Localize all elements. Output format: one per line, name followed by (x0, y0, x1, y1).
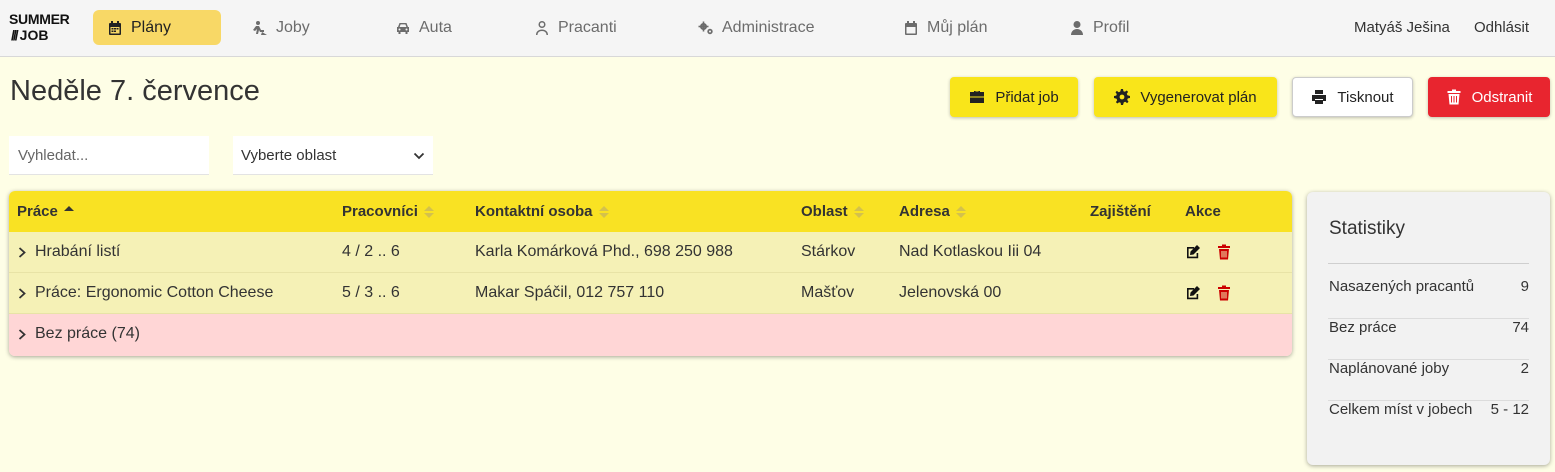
logo-line-1: SUMMER (9, 11, 70, 27)
cell-job: Práce: Ergonomic Cotton Cheese (35, 284, 274, 301)
cell-area: Stárkov (801, 243, 856, 260)
nav-item-label: Auta (419, 18, 452, 36)
gear-icon (1114, 89, 1131, 105)
gears-icon (698, 21, 713, 34)
statistics-title: Statistiky (1329, 218, 1406, 239)
sort-asc-icon (63, 205, 74, 219)
generate-plan-label: Vygenerovat plán (1140, 88, 1257, 106)
stat-row: Bez práce 74 (1328, 319, 1529, 360)
delete-plan-button[interactable]: Odstranit (1428, 77, 1550, 117)
nav-item-label: Administrace (722, 18, 815, 36)
column-header-oblast[interactable]: Oblast (801, 203, 864, 220)
nav-item-joby[interactable]: Joby (252, 10, 310, 45)
nav-item-label: Můj plán (927, 18, 988, 36)
stat-value: 74 (1512, 319, 1529, 336)
edit-icon[interactable] (1185, 285, 1201, 301)
add-job-button[interactable]: Přidat job (950, 77, 1078, 117)
calendar-icon (905, 20, 917, 35)
logout-link[interactable]: Odhlásit (1474, 19, 1529, 36)
column-header-zajisteni: Zajištění (1090, 203, 1151, 220)
user-outline-icon (536, 20, 548, 35)
top-navbar: SUMMER ///JOB Plány Joby Auta Pracanti A… (0, 0, 1555, 57)
cell-contact: Karla Komárková Phd., 698 250 988 (475, 243, 733, 260)
print-button[interactable]: Tisknout (1292, 77, 1413, 117)
sort-icon (423, 205, 434, 219)
column-header-kontaktni-osoba[interactable]: Kontaktní osoba (475, 203, 609, 220)
nav-item-muj-plan[interactable]: Můj plán (903, 10, 987, 45)
jobs-table: Práce Pracovníci Kontaktní osoba Oblast … (9, 191, 1292, 356)
nav-item-administrace[interactable]: Administrace (698, 10, 814, 45)
print-label: Tisknout (1337, 88, 1394, 106)
generate-plan-button[interactable]: Vygenerovat plán (1094, 77, 1277, 117)
column-header-adresa[interactable]: Adresa (899, 203, 966, 220)
cell-contact: Makar Spáčil, 012 757 110 (475, 284, 665, 301)
add-job-label: Přidat job (995, 88, 1059, 106)
nav-item-profil[interactable]: Profil (1069, 10, 1129, 45)
sort-icon (955, 205, 966, 219)
nav-item-label: Pracanti (558, 18, 617, 36)
column-header-pracovnici[interactable]: Pracovníci (342, 203, 434, 220)
area-select-value: Vyberte oblast (241, 146, 337, 164)
stat-label: Naplánované joby (1329, 360, 1450, 377)
nav-item-plany[interactable]: Plány (93, 10, 221, 45)
nav-item-auta[interactable]: Auta (395, 10, 452, 45)
chevron-right-icon[interactable] (18, 329, 27, 340)
stat-label: Celkem míst v jobech (1329, 401, 1473, 418)
trash-icon (1447, 89, 1461, 105)
stat-label: Bez práce (1329, 319, 1397, 336)
logo-stripes: /// (11, 27, 19, 43)
unassigned-workers-row[interactable]: Bez práce (74) (9, 314, 1292, 356)
chevron-right-icon[interactable] (18, 288, 27, 299)
sort-icon (598, 205, 609, 219)
column-header-prace[interactable]: Práce (17, 203, 74, 220)
chevron-right-icon[interactable] (18, 247, 27, 258)
nav-item-label: Joby (276, 18, 310, 36)
stat-value: 9 (1520, 278, 1529, 295)
trash-icon[interactable] (1216, 285, 1232, 301)
delete-plan-label: Odstranit (1471, 88, 1533, 106)
stat-row: Nasazených pracantů 9 (1328, 278, 1529, 319)
worker-icon (253, 20, 267, 35)
trash-icon[interactable] (1216, 244, 1232, 260)
user-name[interactable]: Matyáš Ješina (1354, 19, 1450, 36)
car-icon (397, 22, 409, 34)
cell-job: Hrabání listí (35, 243, 121, 260)
nav-item-label: Plány (131, 18, 172, 36)
stat-value: 5 - 12 (1490, 401, 1529, 418)
cell-address: Jelenovská 00 (899, 284, 1002, 301)
table-row[interactable]: Hrabání listí 4 / 2 .. 6 Karla Komárková… (9, 232, 1292, 273)
divider (1328, 263, 1529, 264)
cell-address: Nad Kotlaskou Iii 04 (899, 243, 1042, 260)
column-header-akce: Akce (1185, 203, 1221, 220)
calendar-icon (109, 20, 121, 35)
table-row[interactable]: Práce: Ergonomic Cotton Cheese 5 / 3 .. … (9, 273, 1292, 314)
printer-icon (1312, 90, 1327, 104)
stat-row: Naplánované joby 2 (1328, 360, 1529, 401)
stat-value: 2 (1520, 360, 1529, 377)
sort-icon (853, 205, 864, 219)
stat-row: Celkem míst v jobech 5 - 12 (1328, 401, 1529, 442)
statistics-panel: Statistiky Nasazených pracantů 9 Bez prá… (1307, 192, 1550, 465)
area-select[interactable]: Vyberte oblast (233, 136, 433, 175)
user-icon (1071, 20, 1083, 35)
cell-area: Mašťov (801, 284, 855, 301)
logo-line-2: JOB (19, 27, 49, 43)
unassigned-label: Bez práce (74) (35, 325, 140, 342)
chevron-down-icon (413, 152, 425, 160)
search-input[interactable] (9, 136, 209, 175)
stat-label: Nasazených pracantů (1329, 278, 1475, 295)
cell-workers: 4 / 2 .. 6 (342, 243, 400, 260)
nav-item-label: Profil (1093, 18, 1130, 36)
edit-icon[interactable] (1185, 244, 1201, 260)
summerjob-logo[interactable]: SUMMER ///JOB (9, 11, 73, 47)
briefcase-icon (970, 91, 985, 103)
page-title: Neděle 7. července (10, 75, 260, 107)
nav-item-pracanti[interactable]: Pracanti (534, 10, 617, 45)
cell-workers: 5 / 3 .. 6 (342, 284, 400, 301)
table-header: Práce Pracovníci Kontaktní osoba Oblast … (9, 191, 1292, 232)
